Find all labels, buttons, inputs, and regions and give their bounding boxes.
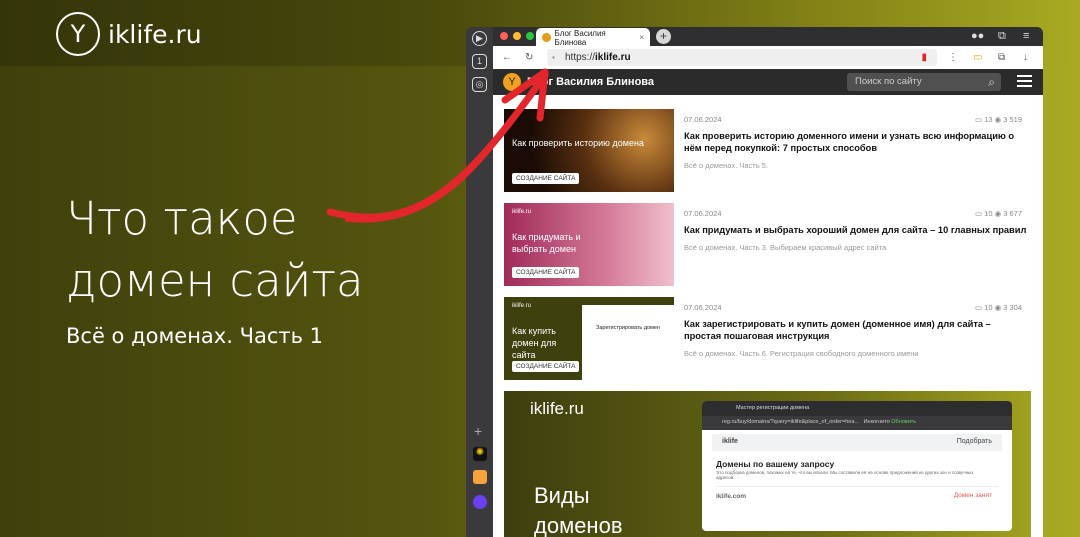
red-arrow-icon bbox=[326, 68, 549, 223]
